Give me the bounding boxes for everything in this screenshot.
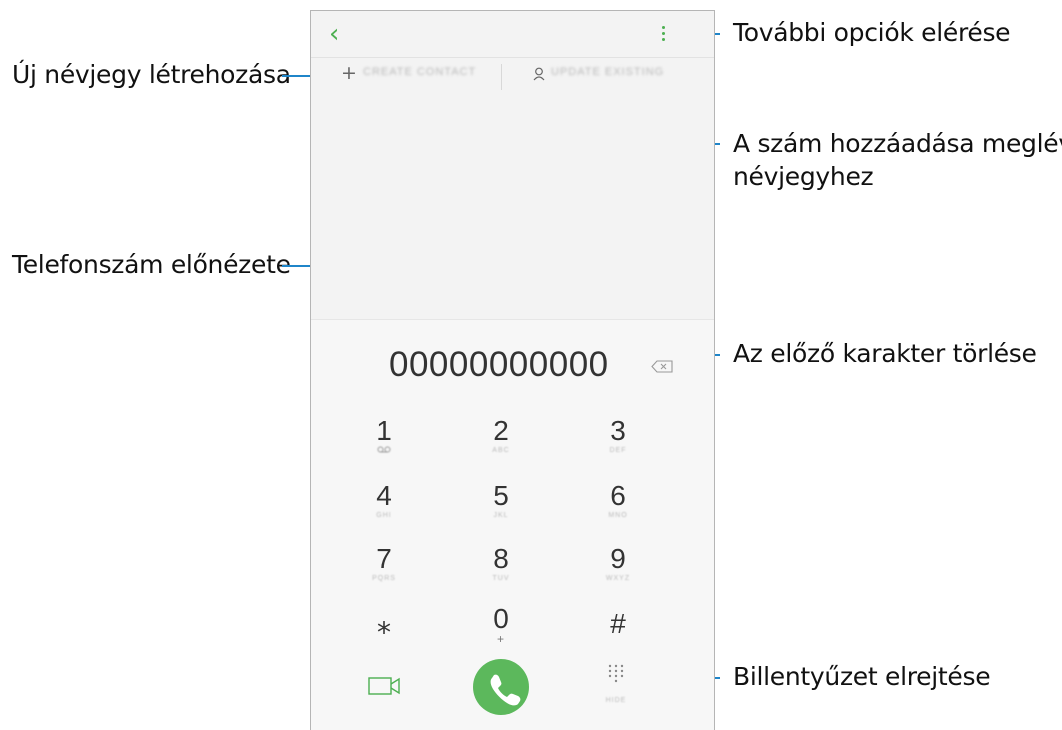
plus-icon: +: [341, 62, 357, 84]
hide-keypad-button[interactable]: HIDE: [601, 663, 631, 704]
key-digit: 9: [610, 543, 626, 574]
phone-number: 00000000000: [389, 345, 609, 384]
back-icon[interactable]: ‹: [329, 19, 339, 49]
callout-create-contact: Új névjegy létrehozása: [12, 60, 291, 89]
call-button[interactable]: [473, 659, 529, 715]
key-letters: DEF: [609, 447, 627, 454]
key-digit: 0: [493, 603, 509, 634]
key-digit: ⁎: [377, 608, 391, 639]
key-0[interactable]: 0 +: [446, 604, 556, 666]
key-3[interactable]: 3 DEF: [563, 416, 673, 478]
key-digit: 6: [610, 480, 626, 511]
dialpad-icon: [608, 664, 624, 683]
callout-add-existing-1: A szám hozzáadása meglévő: [733, 129, 1062, 158]
more-options-icon[interactable]: [662, 26, 666, 44]
phone-icon: [490, 674, 521, 706]
key-digit: 8: [493, 543, 509, 574]
key-8[interactable]: 8 TUV: [446, 544, 556, 606]
key-letters: JKL: [493, 512, 509, 519]
create-contact-button[interactable]: CREATE CONTACT: [363, 66, 476, 78]
top-bar: ‹: [311, 11, 714, 58]
key-letters: TUV: [492, 575, 510, 582]
key-digit: 1: [376, 415, 392, 446]
video-call-icon[interactable]: [368, 676, 400, 695]
key-letters: GHI: [376, 512, 392, 519]
callout-delete-char: Az előző karakter törlése: [733, 339, 1037, 368]
key-digit: 2: [493, 415, 509, 446]
key-digit: 7: [376, 543, 392, 574]
update-existing-button[interactable]: UPDATE EXISTING: [551, 66, 664, 78]
key-9[interactable]: 9 WXYZ: [563, 544, 673, 606]
key-5[interactable]: 5 JKL: [446, 481, 556, 543]
key-4[interactable]: 4 GHI: [329, 481, 439, 543]
key-letters: MNO: [608, 512, 628, 519]
key-hash[interactable]: #: [563, 609, 673, 671]
key-letters: WXYZ: [605, 575, 631, 582]
keypad: 1 2 ABC 3 DEF 4 GHI 5 JKL 6 MNO 7 PQRS 8…: [311, 401, 714, 730]
key-star[interactable]: ⁎: [329, 609, 439, 671]
key-1[interactable]: 1: [329, 416, 439, 478]
key-digit: 5: [493, 480, 509, 511]
backspace-icon[interactable]: [651, 360, 673, 373]
callout-more-options: További opciók elérése: [733, 18, 1011, 47]
callout-add-existing-2: névjegyhez: [733, 162, 874, 191]
voicemail-icon: [329, 446, 439, 457]
phone-screen: ‹ + CREATE CONTACT UPDATE EXISTING 00000…: [310, 10, 715, 730]
action-bar: + CREATE CONTACT UPDATE EXISTING: [311, 58, 714, 100]
key-7[interactable]: 7 PQRS: [329, 544, 439, 606]
key-plus: +: [496, 632, 505, 646]
key-letters: ABC: [492, 447, 510, 454]
key-digit: 3: [610, 415, 626, 446]
number-display: 00000000000: [311, 319, 714, 402]
callout-number-preview: Telefonszám előnézete: [12, 250, 291, 279]
key-letters: PQRS: [372, 575, 396, 582]
action-divider: [501, 64, 502, 90]
hide-label: HIDE: [605, 697, 627, 704]
key-digit: 4: [376, 480, 392, 511]
callout-hide-keypad: Billentyűzet elrejtése: [733, 662, 991, 691]
person-icon: [533, 67, 545, 86]
key-digit: #: [610, 608, 626, 639]
key-2[interactable]: 2 ABC: [446, 416, 556, 478]
key-6[interactable]: 6 MNO: [563, 481, 673, 543]
